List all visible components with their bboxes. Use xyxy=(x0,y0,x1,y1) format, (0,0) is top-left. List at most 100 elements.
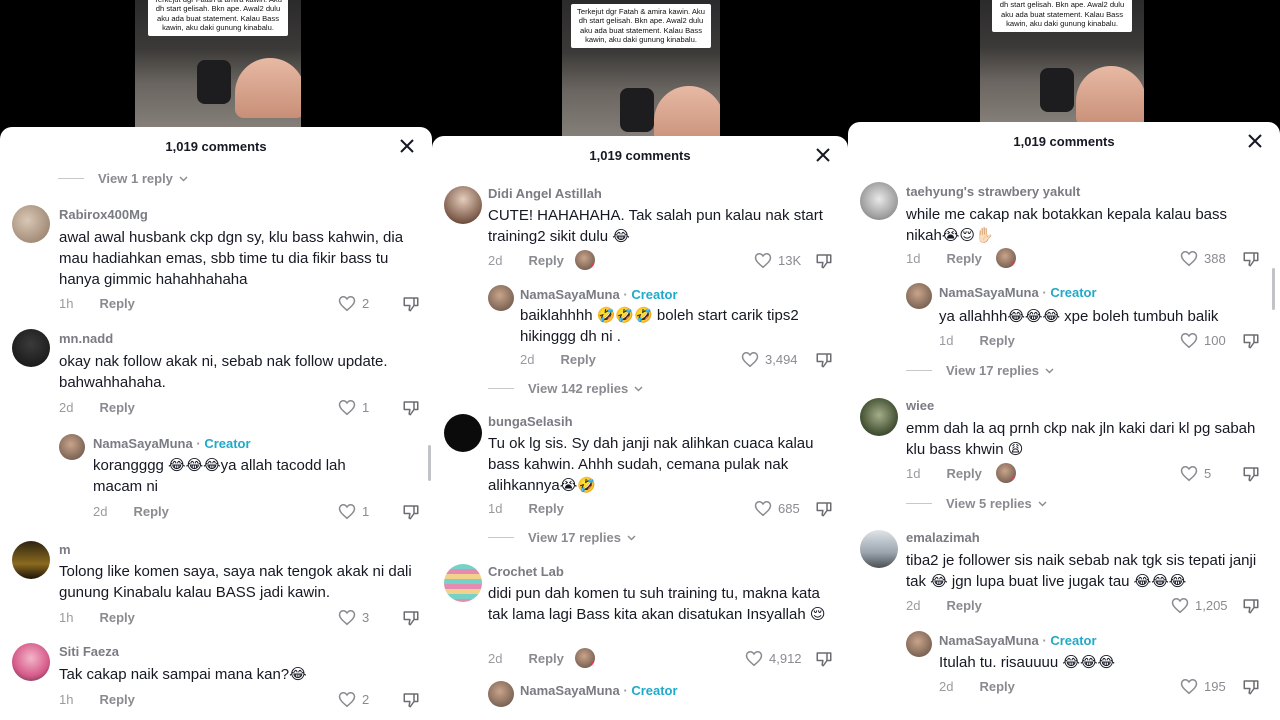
reply-button[interactable]: Reply xyxy=(528,651,563,666)
creator-name[interactable]: NamaSayaMuna xyxy=(520,287,620,302)
dislike-icon[interactable] xyxy=(1242,465,1260,483)
scrollbar[interactable] xyxy=(1272,268,1275,310)
view-replies-button[interactable]: View 5 replies xyxy=(906,496,1047,511)
separator-dot: · xyxy=(1042,285,1047,300)
comment-text: emm dah la aq prnh ckp nak jln kaki dari… xyxy=(906,420,1256,458)
view-replies-button[interactable]: View 1 reply xyxy=(58,171,188,186)
view-replies-button[interactable]: View 17 replies xyxy=(488,530,636,545)
comment-username[interactable]: m xyxy=(59,542,71,557)
dislike-icon[interactable] xyxy=(1242,678,1260,696)
dislike-icon[interactable] xyxy=(1242,597,1260,615)
avatar[interactable] xyxy=(444,564,482,602)
heart-icon xyxy=(1180,465,1198,482)
reply-button[interactable]: Reply xyxy=(528,253,563,268)
avatar[interactable] xyxy=(860,182,898,220)
view-replies-button[interactable]: View 17 replies xyxy=(906,363,1054,378)
creator-badge: Creator xyxy=(631,683,678,698)
creator-liked-avatar: ♥ xyxy=(996,248,1016,268)
close-icon[interactable] xyxy=(398,137,416,155)
reply-button[interactable]: Reply xyxy=(560,352,595,367)
reply-username: NamaSayaMuna · Creator xyxy=(939,285,1097,300)
dislike-icon[interactable] xyxy=(815,252,833,270)
comment-username[interactable]: Rabirox400Mg xyxy=(59,207,148,222)
comment-meta: 2d Reply xyxy=(488,253,564,268)
video-caption: Terkejut dgr Fatah & amira kawin. Aku dh… xyxy=(148,0,288,36)
reply-button[interactable]: Reply xyxy=(99,296,134,311)
reply-button[interactable]: Reply xyxy=(528,501,563,516)
reply-button[interactable]: Reply xyxy=(979,333,1014,348)
heart-icon xyxy=(338,503,356,520)
like-button[interactable]: 13K xyxy=(754,252,801,269)
like-button[interactable]: 195 xyxy=(1180,678,1226,695)
comment-username[interactable]: wiee xyxy=(906,398,934,413)
avatar[interactable] xyxy=(444,186,482,224)
comment-sheet: 1,019 comments taehyung's strawbery yaku… xyxy=(848,122,1280,720)
avatar[interactable] xyxy=(12,541,50,579)
reply-button[interactable]: Reply xyxy=(99,692,134,707)
like-button[interactable]: 3 xyxy=(338,609,369,626)
comment-username[interactable]: Siti Faeza xyxy=(59,644,119,659)
like-button[interactable]: 2 xyxy=(338,295,369,312)
creator-avatar[interactable] xyxy=(59,434,85,460)
like-button[interactable]: 685 xyxy=(754,500,800,517)
close-icon[interactable] xyxy=(814,146,832,164)
creator-name[interactable]: NamaSayaMuna xyxy=(520,683,620,698)
avatar[interactable] xyxy=(12,643,50,681)
dislike-icon[interactable] xyxy=(402,609,420,627)
comment-item: emalazimah tiba2 je follower sis naik se… xyxy=(848,528,1280,628)
comment-text: awal awal husbank ckp dgn sy, klu bass k… xyxy=(59,229,404,288)
creator-avatar[interactable] xyxy=(488,285,514,311)
comment-username[interactable]: mn.nadd xyxy=(59,331,113,346)
comment-meta: 1h Reply xyxy=(59,296,135,311)
like-button[interactable]: 100 xyxy=(1180,332,1226,349)
view-replies-button[interactable]: View 142 replies xyxy=(488,381,643,396)
like-button[interactable]: 4,912 xyxy=(745,650,802,667)
dislike-icon[interactable] xyxy=(815,500,833,518)
reply-button[interactable]: Reply xyxy=(133,504,168,519)
avatar[interactable] xyxy=(860,530,898,568)
creator-avatar[interactable] xyxy=(906,631,932,657)
reply-meta: 2d Reply xyxy=(520,352,596,367)
like-button[interactable]: 3,494 xyxy=(741,351,798,368)
comment-username[interactable]: Didi Angel Astillah xyxy=(488,186,602,201)
like-button[interactable]: 1,205 xyxy=(1171,597,1228,614)
reply-button[interactable]: Reply xyxy=(946,251,981,266)
like-button[interactable]: 1 xyxy=(338,503,369,520)
dislike-icon[interactable] xyxy=(815,351,833,369)
view-replies-label: View 142 replies xyxy=(528,381,629,396)
reply-button[interactable]: Reply xyxy=(946,598,981,613)
avatar[interactable] xyxy=(444,414,482,452)
creator-name[interactable]: NamaSayaMuna xyxy=(939,285,1039,300)
dislike-icon[interactable] xyxy=(815,650,833,668)
avatar[interactable] xyxy=(12,329,50,367)
reply-button[interactable]: Reply xyxy=(99,400,134,415)
comment-username[interactable]: emalazimah xyxy=(906,530,980,545)
comment-item: bungaSelasih Tu ok lg sis. Sy dah janji … xyxy=(432,410,848,520)
comment-username[interactable]: bungaSelasih xyxy=(488,414,573,429)
heart-icon xyxy=(338,691,356,708)
close-icon[interactable] xyxy=(1246,132,1264,150)
reply-button[interactable]: Reply xyxy=(946,466,981,481)
like-button[interactable]: 388 xyxy=(1180,250,1226,267)
like-button[interactable]: 5 xyxy=(1180,465,1211,482)
dislike-icon[interactable] xyxy=(402,295,420,313)
dislike-icon[interactable] xyxy=(402,503,420,521)
reply-button[interactable]: Reply xyxy=(99,610,134,625)
chevron-down-icon xyxy=(1045,368,1054,373)
comment-username[interactable]: taehyung's strawbery yakult xyxy=(906,184,1080,199)
creator-avatar[interactable] xyxy=(488,681,514,707)
dislike-icon[interactable] xyxy=(1242,250,1260,268)
dislike-icon[interactable] xyxy=(1242,332,1260,350)
avatar[interactable] xyxy=(860,398,898,436)
scrollbar[interactable] xyxy=(428,445,431,481)
dislike-icon[interactable] xyxy=(402,691,420,709)
reply-button[interactable]: Reply xyxy=(979,679,1014,694)
avatar[interactable] xyxy=(12,205,50,243)
creator-name[interactable]: NamaSayaMuna xyxy=(939,633,1039,648)
creator-name[interactable]: NamaSayaMuna xyxy=(93,436,193,451)
dislike-icon[interactable] xyxy=(402,399,420,417)
like-button[interactable]: 1 xyxy=(338,399,369,416)
like-button[interactable]: 2 xyxy=(338,691,369,708)
creator-avatar[interactable] xyxy=(906,283,932,309)
comment-username[interactable]: Crochet Lab xyxy=(488,564,564,579)
